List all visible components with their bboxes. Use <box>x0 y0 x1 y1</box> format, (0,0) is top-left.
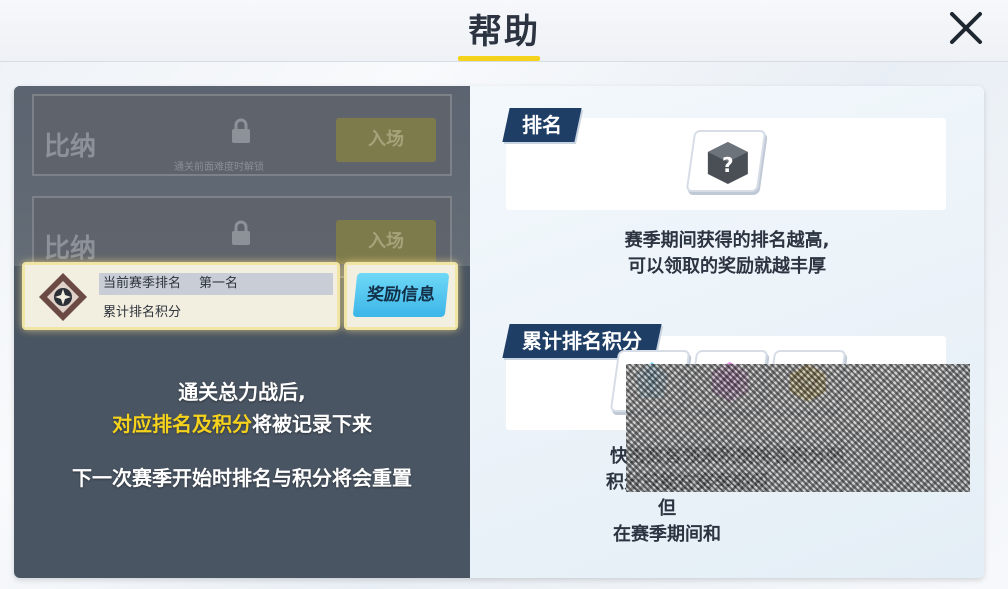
desc-highlight: 对应排名及积分 <box>112 412 252 436</box>
header-bar: 帮助 <box>0 0 1008 62</box>
reward-info-button[interactable]: 奖励信息 <box>344 262 458 330</box>
censor-noise-overlay <box>626 364 970 492</box>
close-button[interactable] <box>944 6 988 50</box>
desc-rest: 将被记录下来 <box>252 412 372 436</box>
svg-text:?: ? <box>722 153 734 177</box>
stage-enter-button: 入场 <box>336 118 436 162</box>
desc-line-2: 对应排名及积分将被记录下来 <box>14 408 470 437</box>
ranking-text-1: 赛季期间获得的排名越高, <box>624 230 830 251</box>
page-title: 帮助 <box>468 12 540 52</box>
close-icon <box>950 12 982 44</box>
ranking-tag: 排名 <box>502 108 582 142</box>
current-rank-label: 当前赛季排名 <box>103 276 182 291</box>
points-text-4: 在赛季期间和 <box>613 524 721 545</box>
help-card: 比纳 通关前面难度时解锁 入场 比纳 入场 当前赛季排名 第一名 累计排名积分 … <box>14 86 984 578</box>
title-underline <box>458 56 540 61</box>
mystery-cube-icon: ? <box>707 142 748 184</box>
ranking-text-2: 可以领取的奖励就越丰厚 <box>628 256 826 277</box>
reward-info-button-label: 奖励信息 <box>352 273 450 317</box>
stage-name: 比纳 <box>44 234 97 264</box>
current-rank-value: 第一名 <box>199 276 239 291</box>
points-text-3: 但 <box>658 498 676 519</box>
left-preview-panel: 比纳 通关前面难度时解锁 入场 比纳 入场 当前赛季排名 第一名 累计排名积分 … <box>14 86 470 578</box>
rank-info-panel: 当前赛季排名 第一名 累计排名积分 <box>22 262 340 330</box>
stage-lock-hint: 通关前面难度时解锁 <box>174 162 264 173</box>
right-explanation-panel: 排名 ? 赛季期间获得的排名越高, 可以领取的奖励就越丰厚 累计排名积分 但 在… <box>470 86 984 578</box>
stage-enter-button: 入场 <box>336 220 436 264</box>
ranking-tag-label: 排名 <box>522 113 562 137</box>
stage-row: 比纳 通关前面难度时解锁 入场 <box>32 94 452 176</box>
desc-line-1: 通关总力战后, <box>178 380 306 404</box>
stage-list-preview: 比纳 通关前面难度时解锁 入场 比纳 入场 <box>14 86 470 278</box>
desc-line-3: 下一次赛季开始时排名与积分将会重置 <box>72 466 412 490</box>
stage-name: 比纳 <box>44 132 97 162</box>
rank-emblem-icon <box>39 273 87 321</box>
total-points-label: 累计排名积分 <box>103 305 182 320</box>
lock-icon <box>232 118 250 143</box>
mystery-item-slot: ? <box>685 130 767 192</box>
current-rank-row: 当前赛季排名 第一名 <box>99 273 333 295</box>
lock-icon <box>232 220 250 245</box>
